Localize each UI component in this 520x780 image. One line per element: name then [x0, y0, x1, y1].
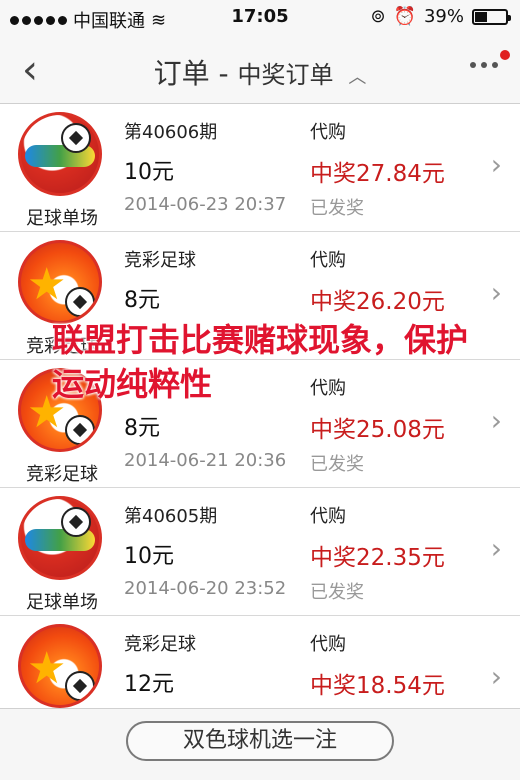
order-amount: 12元 — [124, 672, 174, 697]
prize-status: 已发奖 — [310, 582, 364, 603]
lottery-logo-zqdc — [18, 112, 102, 196]
order-type: 代购 — [310, 506, 346, 527]
prize-amount: 中奖27.84元 — [310, 161, 445, 187]
order-date: 2014-06-23 20:37 — [124, 194, 287, 215]
title-separator: - — [218, 57, 229, 90]
chevron-right-icon: › — [490, 276, 502, 309]
order-amount: 10元 — [124, 544, 174, 569]
chevron-right-icon: › — [490, 404, 502, 437]
lottery-logo-zqdc — [18, 496, 102, 580]
order-row[interactable]: 足球单场 第40606期 10元 2014-06-23 20:37 代购 中奖2… — [0, 104, 520, 232]
more-dot-icon — [492, 62, 498, 68]
order-type: 代购 — [310, 378, 346, 399]
lottery-logo-jczq: ★ — [18, 624, 102, 708]
lottery-name: 竞彩足球 — [26, 464, 98, 485]
order-date: 2014-06-21 20:36 — [124, 450, 287, 471]
lottery-logo-jczq: ★ — [18, 240, 102, 324]
order-row[interactable]: ★ 竞彩足球 8元 2014-06-21 20:36 代购 中奖25.08元 已… — [0, 360, 520, 488]
order-row[interactable]: 足球单场 第40605期 10元 2014-06-20 23:52 代购 中奖2… — [0, 488, 520, 616]
lottery-name: 竞彩足球 — [26, 336, 98, 357]
quick-pick-button[interactable]: 双色球机选一注 — [126, 721, 394, 761]
order-amount: 8元 — [124, 416, 160, 441]
status-right: ⊚ ⏰ 39% — [370, 6, 511, 27]
prize-amount: 中奖26.20元 — [310, 289, 445, 315]
order-date: 2014-06-20 23:52 — [124, 578, 287, 599]
chevron-right-icon: › — [490, 148, 502, 181]
notification-dot — [500, 50, 510, 60]
chevron-up-icon: ︿ — [348, 67, 367, 88]
alarm-icon: ⏰ — [393, 6, 416, 27]
prize-amount: 中奖22.35元 — [310, 545, 445, 571]
filter-label: 中奖订单 — [237, 61, 334, 89]
order-amount: 8元 — [124, 288, 160, 313]
issue-number: 竞彩足球 — [124, 634, 196, 655]
issue-number: 第40605期 — [124, 506, 218, 527]
lottery-logo-jczq: ★ — [18, 368, 102, 452]
prize-status: 已发奖 — [310, 198, 364, 219]
prize-amount: 中奖18.54元 — [310, 673, 445, 699]
order-amount: 10元 — [124, 160, 174, 185]
bottom-bar: 双色球机选一注 — [0, 708, 520, 780]
more-menu-button[interactable] — [470, 50, 510, 68]
prize-amount: 中奖25.08元 — [310, 417, 445, 443]
order-list: 足球单场 第40606期 10元 2014-06-23 20:37 代购 中奖2… — [0, 104, 520, 744]
order-type: 代购 — [310, 634, 346, 655]
more-dot-icon — [470, 62, 476, 68]
status-bar: 中国联通 ≋ 17:05 ⊚ ⏰ 39% — [0, 0, 520, 36]
chevron-right-icon: › — [490, 532, 502, 565]
prize-status: 已发奖 — [310, 454, 364, 475]
order-row[interactable]: ★ 竞彩足球 竞彩足球 8元 代购 中奖26.20元 › — [0, 232, 520, 360]
battery-percent: 39% — [423, 6, 464, 27]
chevron-right-icon: › — [490, 660, 502, 693]
order-type: 代购 — [310, 250, 346, 271]
rotation-lock-icon: ⊚ — [370, 6, 386, 27]
more-dot-icon — [481, 62, 487, 68]
order-type: 代购 — [310, 122, 346, 143]
title-dropdown[interactable]: 订单 - 中奖订单 ︿ — [0, 52, 520, 92]
lottery-name: 足球单场 — [26, 592, 98, 613]
page-title: 订单 — [153, 57, 210, 90]
nav-bar: ‹ 订单 - 中奖订单 ︿ — [0, 36, 520, 104]
lottery-name: 足球单场 — [26, 208, 98, 229]
issue-number: 第40606期 — [124, 122, 218, 143]
issue-number: 竞彩足球 — [124, 250, 196, 271]
battery-icon — [472, 8, 511, 25]
